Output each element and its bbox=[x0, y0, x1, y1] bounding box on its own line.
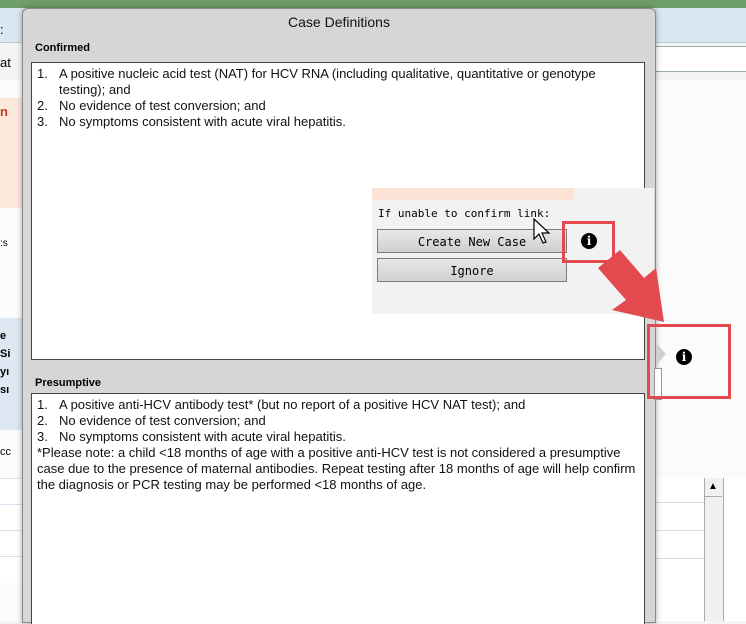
mouse-pointer-icon bbox=[533, 218, 551, 244]
confirmed-label: Confirmed bbox=[35, 42, 90, 54]
background-label: at bbox=[0, 55, 11, 70]
item-text: No symptoms consistent with acute viral … bbox=[59, 114, 346, 129]
background-label: Si bbox=[0, 348, 11, 360]
background-header-bar bbox=[0, 0, 746, 8]
background-label: cc bbox=[0, 446, 11, 458]
background-table-row bbox=[0, 556, 22, 583]
presumptive-label: Presumptive bbox=[35, 377, 102, 389]
highlight-box bbox=[647, 324, 731, 399]
background-label: n bbox=[0, 104, 8, 119]
item-text: No symptoms consistent with acute viral … bbox=[59, 429, 346, 444]
background-table-row bbox=[655, 502, 704, 527]
item-number: 2. bbox=[37, 98, 48, 113]
background-label: :s bbox=[0, 238, 8, 249]
background-table-row bbox=[655, 558, 704, 583]
background-table-row bbox=[655, 530, 704, 555]
presumptive-note: *Please note: a child <18 months of age … bbox=[37, 445, 636, 492]
ignore-button[interactable]: Ignore bbox=[377, 258, 567, 282]
background-input[interactable] bbox=[655, 46, 746, 72]
presumptive-item: 1. A positive anti-HCV antibody test* (b… bbox=[37, 397, 639, 413]
item-number: 1. bbox=[37, 66, 48, 81]
background-scrollbar[interactable] bbox=[704, 478, 724, 621]
background-table-row bbox=[0, 478, 22, 505]
item-text: A positive anti-HCV antibody test* (but … bbox=[59, 397, 526, 412]
confirmed-item: 3. No symptoms consistent with acute vir… bbox=[37, 114, 639, 130]
item-number: 2. bbox=[37, 413, 48, 428]
item-number: 3. bbox=[37, 429, 48, 444]
background-table-row bbox=[0, 530, 22, 557]
confirmed-item: 1. A positive nucleic acid test (NAT) fo… bbox=[37, 66, 639, 98]
presumptive-item: 3. No symptoms consistent with acute vir… bbox=[37, 429, 639, 445]
item-text: No evidence of test conversion; and bbox=[59, 413, 266, 428]
item-number: 1. bbox=[37, 397, 48, 412]
presumptive-item: 2. No evidence of test conversion; and bbox=[37, 413, 639, 429]
background-label: : bbox=[0, 22, 4, 37]
background-table-row bbox=[0, 504, 22, 531]
dialog-title: Case Definitions bbox=[288, 14, 390, 30]
background-label: sı bbox=[0, 384, 10, 396]
presumptive-textbox[interactable]: 1. A positive anti-HCV antibody test* (b… bbox=[31, 393, 645, 624]
item-number: 3. bbox=[37, 114, 48, 129]
red-arrow-icon bbox=[598, 250, 664, 322]
unable-to-confirm-label: If unable to confirm link: bbox=[378, 207, 551, 220]
case-definitions-dialog: Case Definitions Confirmed 1. A positive… bbox=[22, 8, 656, 624]
background-label: yı bbox=[0, 366, 10, 378]
popup-header-strip bbox=[372, 188, 574, 200]
item-text: No evidence of test conversion; and bbox=[59, 98, 266, 113]
scroll-up-arrow-icon[interactable]: ▲ bbox=[704, 478, 722, 497]
background-label: e bbox=[0, 330, 7, 342]
item-text: A positive nucleic acid test (NAT) for H… bbox=[59, 66, 596, 97]
confirmed-item: 2. No evidence of test conversion; and bbox=[37, 98, 639, 114]
